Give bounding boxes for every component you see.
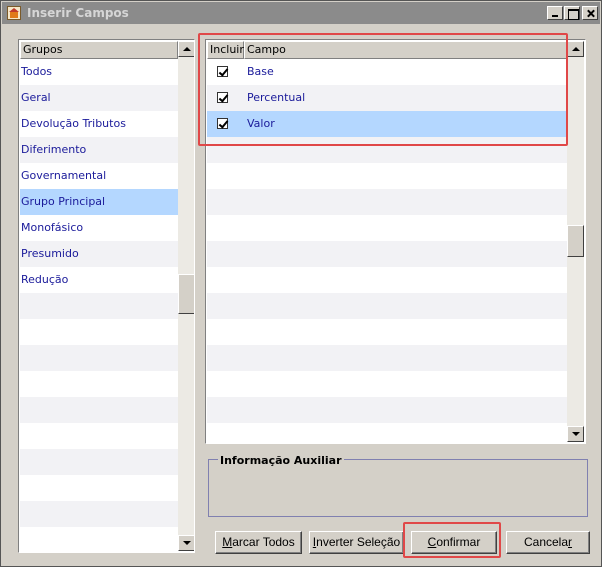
close-button[interactable]	[582, 6, 598, 20]
field-empty-row	[207, 189, 567, 215]
groups-scroll-thumb[interactable]	[178, 274, 194, 314]
mark-all-label: Marcar Todos	[222, 535, 295, 549]
groups-column-header[interactable]: Grupos	[20, 41, 178, 59]
app-home-icon	[7, 6, 21, 20]
group-item[interactable]: Monofásico	[20, 215, 178, 241]
group-empty-row	[20, 449, 178, 475]
group-item[interactable]: Devolução Tributos	[20, 111, 178, 137]
fields-list[interactable]: Incluir Campo Base Percentual Valor	[205, 39, 586, 444]
scroll-down-arrow-icon[interactable]	[567, 426, 584, 442]
group-item[interactable]: Redução	[20, 267, 178, 293]
group-item[interactable]: Diferimento	[20, 137, 178, 163]
confirm-button[interactable]: Confirmar	[411, 531, 497, 554]
cancel-label: Cancelar	[523, 535, 573, 549]
field-empty-row	[207, 371, 567, 397]
group-empty-row	[20, 293, 178, 319]
groups-scrollbar[interactable]	[178, 41, 194, 551]
include-checkbox[interactable]	[217, 92, 228, 103]
field-column-header[interactable]: Campo	[244, 41, 567, 59]
fields-scrollbar[interactable]	[567, 41, 584, 442]
field-row[interactable]: Valor	[207, 111, 567, 137]
aux-info-groupbox	[208, 459, 588, 517]
field-empty-row	[207, 267, 567, 293]
include-checkbox[interactable]	[217, 66, 228, 77]
scroll-up-arrow-icon[interactable]	[178, 41, 194, 57]
group-empty-row	[20, 371, 178, 397]
field-empty-row	[207, 293, 567, 319]
field-empty-row	[207, 215, 567, 241]
title-bar[interactable]: Inserir Campos	[2, 2, 600, 24]
group-item[interactable]: Geral	[20, 85, 178, 111]
scroll-down-arrow-icon[interactable]	[178, 535, 194, 551]
field-label: Base	[247, 65, 274, 78]
field-empty-row	[207, 319, 567, 345]
field-label: Percentual	[247, 91, 306, 104]
mark-all-button[interactable]: Marcar Todos	[215, 531, 302, 554]
group-empty-row	[20, 527, 178, 552]
group-empty-row	[20, 475, 178, 501]
minimize-button[interactable]	[547, 6, 563, 20]
field-label: Valor	[247, 117, 275, 130]
group-item[interactable]: Grupo Principal	[20, 189, 178, 215]
field-empty-row	[207, 163, 567, 189]
cancel-button[interactable]: Cancelar	[506, 531, 590, 554]
aux-info-title: Informação Auxiliar	[218, 454, 344, 467]
invert-selection-label: Inverter Seleção	[312, 535, 401, 549]
group-empty-row	[20, 345, 178, 371]
field-empty-row	[207, 241, 567, 267]
groups-list[interactable]: Grupos Todos Geral Devolução Tributos Difer…	[18, 39, 195, 553]
field-empty-row	[207, 397, 567, 423]
scroll-up-arrow-icon[interactable]	[567, 41, 584, 57]
include-checkbox[interactable]	[217, 118, 228, 129]
inserir-campos-window: Inserir Campos Grupos Todos Geral Devoluçã…	[0, 0, 602, 567]
group-empty-row	[20, 423, 178, 449]
include-column-header[interactable]: Incluir	[207, 41, 244, 59]
maximize-button[interactable]	[564, 6, 580, 20]
group-empty-row	[20, 501, 178, 527]
invert-selection-button[interactable]: Inverter Seleção	[309, 531, 404, 554]
group-empty-row	[20, 397, 178, 423]
window-title: Inserir Campos	[27, 6, 129, 20]
field-empty-row	[207, 345, 567, 371]
group-item[interactable]: Presumido	[20, 241, 178, 267]
confirm-label: Confirmar	[427, 535, 481, 549]
field-row[interactable]: Base	[207, 59, 567, 85]
group-empty-row	[20, 319, 178, 345]
field-empty-row	[207, 137, 567, 163]
group-item[interactable]: Todos	[20, 59, 178, 85]
field-row[interactable]: Percentual	[207, 85, 567, 111]
fields-scroll-thumb[interactable]	[567, 225, 584, 257]
group-item[interactable]: Governamental	[20, 163, 178, 189]
field-empty-row	[207, 423, 567, 443]
